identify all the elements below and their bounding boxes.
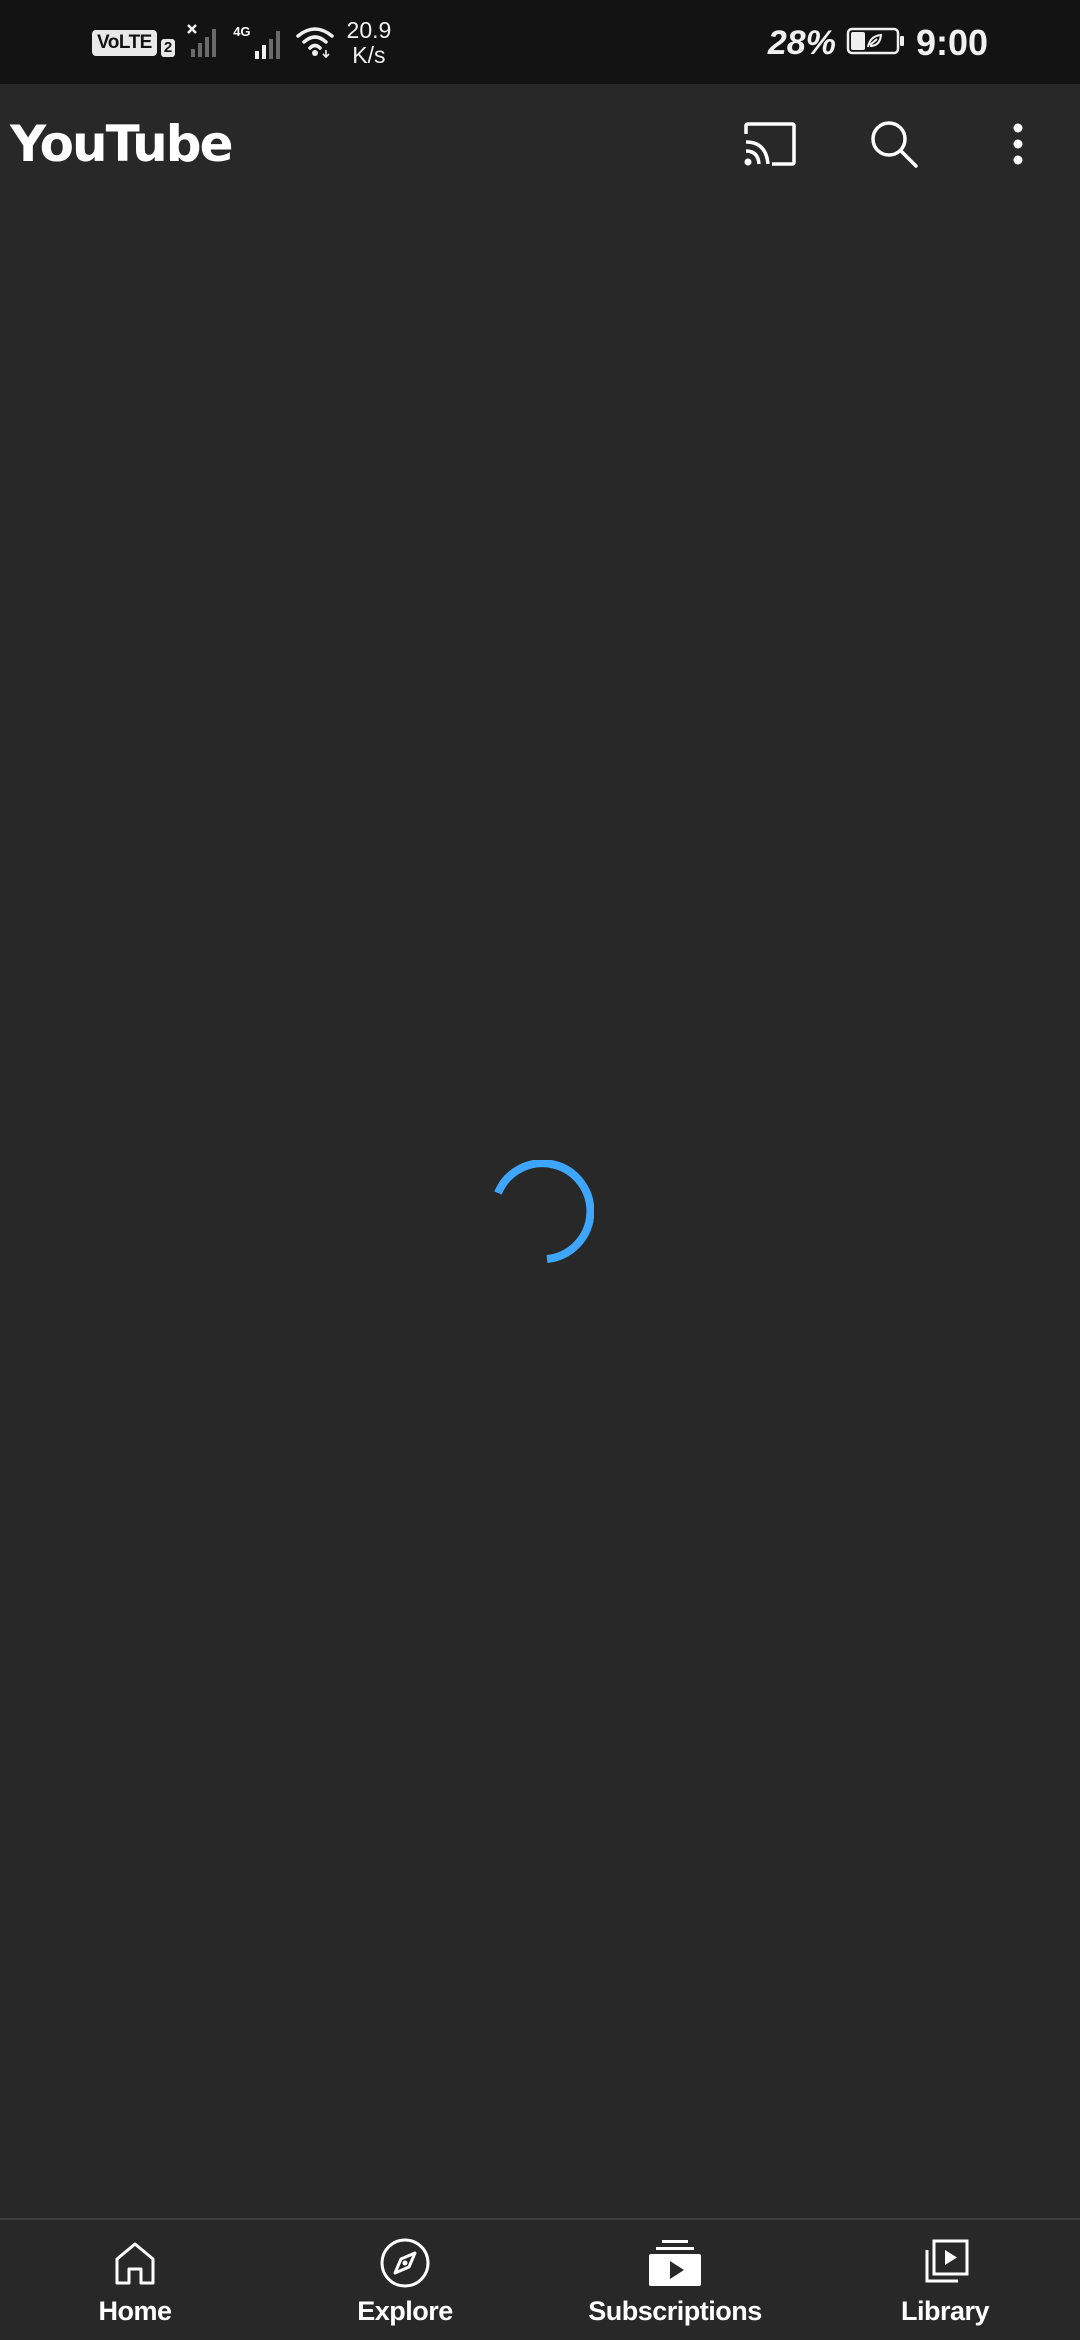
app-bar-actions: [708, 84, 1080, 208]
more-vertical-icon: [1012, 122, 1024, 171]
cast-button[interactable]: [708, 84, 832, 208]
subscriptions-icon: [648, 2236, 702, 2290]
network-speed-unit: K/s: [352, 42, 386, 68]
explore-compass-icon: [378, 2236, 432, 2290]
nav-label-library: Library: [900, 2296, 990, 2326]
cast-icon: [742, 120, 798, 173]
battery-percent: 28%: [767, 23, 836, 62]
loading-spinner-icon: [490, 1159, 595, 1264]
network-type-label: 4G: [233, 24, 251, 39]
more-options-button[interactable]: [956, 84, 1080, 208]
signal-4g-icon: 4G: [233, 25, 282, 61]
nav-item-library[interactable]: Library: [810, 2220, 1080, 2340]
home-icon: [108, 2236, 162, 2290]
signal-no-service-icon: [187, 23, 221, 64]
app-bar: YouTube: [0, 84, 1080, 208]
app-title: YouTube: [10, 115, 233, 173]
search-button[interactable]: [832, 84, 956, 208]
nav-label-explore: Explore: [357, 2296, 453, 2326]
network-speed-value: 20.9: [346, 17, 392, 43]
battery-saver-icon: [846, 26, 906, 61]
nav-item-subscriptions[interactable]: Subscriptions: [540, 2220, 810, 2340]
youtube-screen: VoLTE 2 4G 20.9 K/s 28% 9:00 YouTube Hom…: [0, 0, 1080, 2340]
volte-indicator: VoLTE 2: [92, 29, 176, 57]
wifi-icon: [295, 24, 335, 63]
nav-label-subscriptions: Subscriptions: [588, 2296, 762, 2326]
bottom-navigation: Home Explore Subscriptions Library: [0, 2218, 1080, 2340]
search-icon: [868, 118, 920, 175]
status-bar-right: 28% 9:00: [768, 14, 988, 72]
status-bar: VoLTE 2 4G 20.9 K/s 28% 9:00: [0, 0, 1080, 84]
network-speed: 20.9 K/s: [347, 18, 392, 68]
nav-item-home[interactable]: Home: [0, 2220, 270, 2340]
sim-slot-label: 2: [160, 39, 176, 57]
clock: 9:00: [915, 22, 988, 63]
library-icon: [918, 2236, 972, 2290]
volte-label: VoLTE: [92, 30, 157, 56]
status-bar-left: VoLTE 2 4G 20.9 K/s: [92, 14, 391, 72]
nav-item-explore[interactable]: Explore: [270, 2220, 540, 2340]
nav-label-home: Home: [98, 2296, 172, 2326]
